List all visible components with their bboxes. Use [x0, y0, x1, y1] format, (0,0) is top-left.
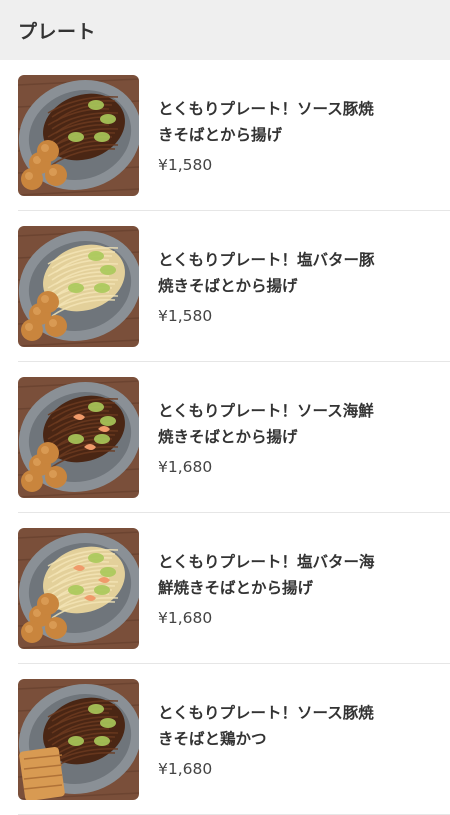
item-name: とくもりプレート！ソース豚焼 きそばと鶏かつ: [158, 700, 438, 752]
sauce-yakisoba-chicken-katsu-plate-image: [18, 678, 139, 800]
menu-item[interactable]: とくもりプレート！ソース豚焼 きそばとから揚げ ¥1,580: [18, 60, 450, 211]
item-price: ¥1,680: [158, 609, 213, 627]
item-info: とくもりプレート！ソース豚焼 きそばと鶏かつ ¥1,680: [158, 700, 438, 778]
item-name-line1: とくもりプレート！ソース豚焼: [158, 704, 374, 722]
item-name: とくもりプレート！塩バター海 鮮焼きそばとから揚げ: [158, 549, 438, 601]
shio-butter-seafood-yakisoba-karaage-plate-image: [18, 527, 139, 649]
item-name-line2: きそばとから揚げ: [158, 126, 283, 144]
menu-item[interactable]: とくもりプレート！ソース豚焼 きそばと鶏かつ ¥1,680: [18, 664, 450, 815]
item-price: ¥1,580: [158, 156, 213, 174]
item-price: ¥1,680: [158, 760, 213, 778]
item-info: とくもりプレート！ソース豚焼 きそばとから揚げ ¥1,580: [158, 96, 438, 174]
item-price: ¥1,580: [158, 307, 213, 325]
item-photo: [18, 527, 139, 649]
item-name-line1: とくもりプレート！ソース海鮮: [158, 402, 374, 420]
section-title: プレート: [18, 20, 97, 43]
item-name-line1: とくもりプレート！ソース豚焼: [158, 100, 374, 118]
menu-item[interactable]: とくもりプレート！ソース海鮮 焼きそばとから揚げ ¥1,680: [18, 362, 450, 513]
item-photo: [18, 678, 139, 800]
item-name: とくもりプレート！塩バター豚 焼きそばとから揚げ: [158, 247, 438, 299]
item-info: とくもりプレート！塩バター豚 焼きそばとから揚げ ¥1,580: [158, 247, 438, 325]
item-name-line2: 焼きそばとから揚げ: [158, 277, 298, 295]
item-name: とくもりプレート！ソース海鮮 焼きそばとから揚げ: [158, 398, 438, 450]
sauce-seafood-yakisoba-karaage-plate-image: [18, 376, 139, 498]
menu-item[interactable]: とくもりプレート！塩バター豚 焼きそばとから揚げ ¥1,580: [18, 211, 450, 362]
sauce-yakisoba-karaage-plate-image: [18, 74, 139, 196]
section-header: プレート: [0, 0, 450, 60]
item-name-line1: とくもりプレート！塩バター海: [158, 553, 375, 571]
item-name-line1: とくもりプレート！塩バター豚: [158, 251, 375, 269]
item-name-line2: きそばと鶏かつ: [158, 730, 267, 748]
item-photo: [18, 225, 139, 347]
item-info: とくもりプレート！塩バター海 鮮焼きそばとから揚げ ¥1,680: [158, 549, 438, 627]
item-name-line2: 鮮焼きそばとから揚げ: [158, 579, 314, 597]
item-name-line2: 焼きそばとから揚げ: [158, 428, 298, 446]
menu-list: とくもりプレート！ソース豚焼 きそばとから揚げ ¥1,580 とくもりプレート！…: [0, 60, 450, 815]
menu-item[interactable]: とくもりプレート！塩バター海 鮮焼きそばとから揚げ ¥1,680: [18, 513, 450, 664]
item-price: ¥1,680: [158, 458, 213, 476]
item-name: とくもりプレート！ソース豚焼 きそばとから揚げ: [158, 96, 438, 148]
item-info: とくもりプレート！ソース海鮮 焼きそばとから揚げ ¥1,680: [158, 398, 438, 476]
item-photo: [18, 74, 139, 196]
item-photo: [18, 376, 139, 498]
shio-butter-yakisoba-karaage-plate-image: [18, 225, 139, 347]
